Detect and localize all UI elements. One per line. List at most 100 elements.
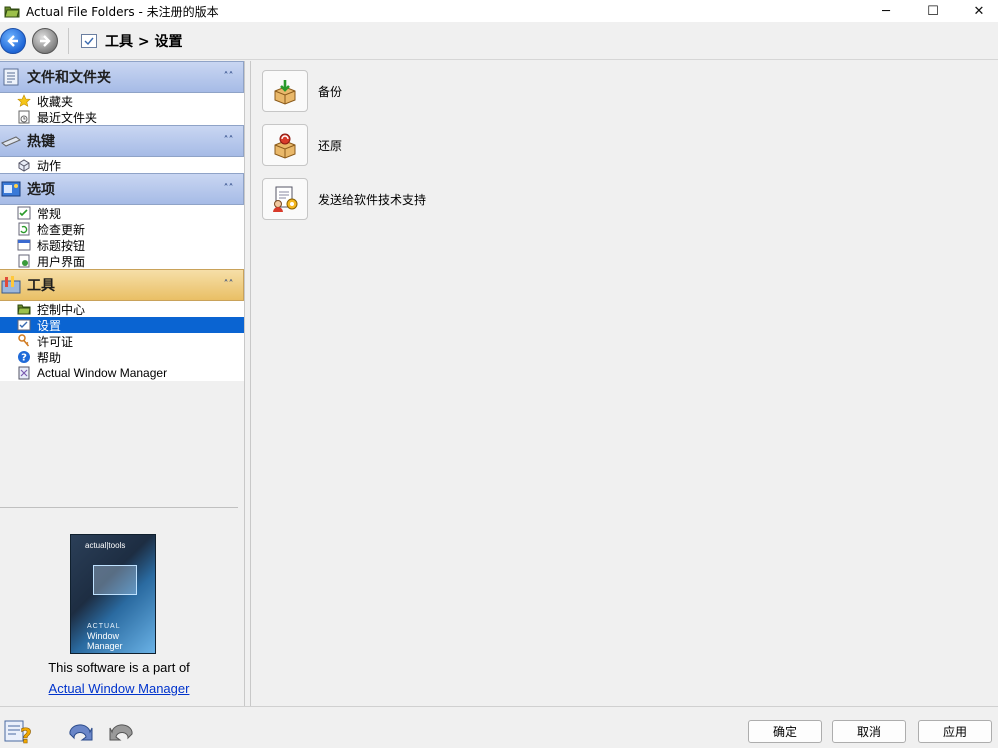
- promo-divider: [0, 507, 238, 508]
- settings-checkbox-icon: [81, 33, 97, 48]
- group-title: 热键: [27, 134, 55, 150]
- tools-icon: [0, 274, 22, 296]
- sidebar-item-label: Actual Window Manager: [37, 366, 168, 380]
- sidebar-item-recent-folders[interactable]: 最近文件夹: [0, 109, 244, 125]
- window-title: Actual File Folders - 未注册的版本: [26, 4, 219, 19]
- promo-text: This software is a part of: [48, 660, 190, 675]
- product-box-image[interactable]: actual|tools ACTUAL Window Manager: [70, 534, 156, 654]
- document-list-icon: [0, 66, 22, 88]
- promo-brand: actual|tools: [85, 541, 126, 550]
- forward-button[interactable]: [32, 27, 58, 54]
- backup-button[interactable]: [262, 70, 308, 112]
- restore-label: 还原: [318, 138, 343, 153]
- breadcrumb: 工具 > 设置: [105, 33, 183, 50]
- arrow-right-icon: [40, 34, 51, 47]
- sidebar-item-actions[interactable]: 动作: [0, 157, 244, 173]
- sidebar-item-settings[interactable]: 设置: [0, 317, 244, 333]
- sidebar-item-label: 控制中心: [37, 302, 86, 317]
- group-header-hotkeys[interactable]: 热键 ˄˄: [0, 125, 244, 157]
- back-button[interactable]: [0, 27, 26, 54]
- main-panel: 备份 还原 发送给软件技术支持: [252, 61, 998, 706]
- title-buttons-icon: [16, 238, 31, 253]
- backup-box-icon: [274, 80, 296, 105]
- send-support-label: 发送给软件技术支持: [318, 192, 427, 207]
- panel-splitter[interactable]: [245, 61, 251, 706]
- sidebar-item-help[interactable]: ? 帮助: [0, 349, 244, 365]
- restore-box-icon: [274, 133, 296, 159]
- sidebar-item-label: 最近文件夹: [37, 110, 98, 125]
- help-icon: ?: [16, 350, 31, 365]
- screen-graphic: [93, 565, 137, 595]
- apply-button[interactable]: 应用: [918, 720, 992, 743]
- sidebar-item-check-updates[interactable]: 检查更新: [0, 221, 244, 237]
- update-check-icon: [16, 222, 31, 237]
- help-document-button[interactable]: ?: [4, 719, 34, 745]
- sidebar-item-user-interface[interactable]: 用户界面: [0, 253, 244, 269]
- options-icon: [0, 178, 22, 200]
- group-title: 文件和文件夹: [27, 70, 111, 86]
- title-bar: Actual File Folders - 未注册的版本 ─ ☐ ✕: [0, 0, 998, 22]
- redo-arrow-icon: [109, 724, 133, 741]
- bottom-bar: ? 确定 取消 应用: [0, 706, 998, 748]
- cancel-button[interactable]: 取消: [832, 720, 906, 743]
- send-support-button[interactable]: [262, 178, 308, 220]
- sidebar-item-favorites[interactable]: 收藏夹: [0, 93, 244, 109]
- general-settings-icon: [16, 206, 31, 221]
- group-header-tools[interactable]: 工具 ˄˄: [0, 269, 244, 301]
- group-items-tools: 控制中心 设置 许可证 ? 帮助 Actual Window Manager: [0, 301, 244, 381]
- group-title: 选项: [27, 182, 55, 198]
- help-document-icon: ?: [4, 720, 32, 745]
- group-header-options[interactable]: 选项 ˄˄: [0, 173, 244, 205]
- sidebar-item-label: 许可证: [37, 334, 74, 349]
- sidebar-item-label: 动作: [37, 158, 62, 173]
- cube-icon: [16, 158, 31, 173]
- collapse-chevron-icon[interactable]: ˄˄: [222, 279, 235, 292]
- redo-button[interactable]: [106, 719, 136, 745]
- close-button[interactable]: ✕: [956, 0, 998, 22]
- tool-row-send-support[interactable]: 发送给软件技术支持: [262, 178, 426, 220]
- collapse-chevron-icon[interactable]: ˄˄: [222, 71, 235, 84]
- settings-checkbox-icon: [16, 318, 31, 333]
- sidebar-item-license[interactable]: 许可证: [0, 333, 244, 349]
- sidebar-item-title-buttons[interactable]: 标题按钮: [0, 237, 244, 253]
- undo-button[interactable]: [66, 719, 96, 745]
- send-support-icon: [273, 186, 298, 212]
- star-icon: [16, 94, 31, 109]
- sidebar-item-label: 用户界面: [37, 254, 86, 269]
- tool-row-backup[interactable]: 备份: [262, 70, 342, 112]
- promo-link[interactable]: Actual Window Manager: [0, 681, 238, 696]
- maximize-button[interactable]: ☐: [910, 0, 956, 22]
- collapse-chevron-icon[interactable]: ˄˄: [222, 183, 235, 196]
- app-folder-icon: [4, 3, 20, 19]
- toolbar-separator: [68, 27, 69, 54]
- group-header-files-folders[interactable]: 文件和文件夹 ˄˄: [0, 61, 244, 93]
- arrow-left-icon: [7, 34, 18, 47]
- restore-button[interactable]: [262, 124, 308, 166]
- group-items-hotkeys: 动作: [0, 157, 244, 173]
- navigation-toolbar: 工具 > 设置: [0, 22, 998, 60]
- sidebar-item-label: 收藏夹: [37, 94, 74, 109]
- backup-label: 备份: [318, 84, 343, 99]
- sidebar-item-label: 检查更新: [37, 222, 86, 237]
- ok-button[interactable]: 确定: [748, 720, 822, 743]
- group-items-files-folders: 收藏夹 最近文件夹: [0, 93, 244, 125]
- sidebar-item-label: 帮助: [37, 350, 62, 365]
- sidebar-item-general[interactable]: 常规: [0, 205, 244, 221]
- sidebar-item-label: 设置: [37, 318, 62, 333]
- collapse-chevron-icon[interactable]: ˄˄: [222, 135, 235, 148]
- sidebar-item-label: 标题按钮: [37, 238, 86, 253]
- svg-text:?: ?: [20, 724, 32, 745]
- sidebar-item-actual-window-manager[interactable]: Actual Window Manager: [0, 365, 244, 381]
- group-title: 工具: [27, 278, 55, 294]
- group-items-options: 常规 检查更新 标题按钮 用户界面: [0, 205, 244, 269]
- sidebar-item-label: 常规: [37, 206, 62, 221]
- minimize-button[interactable]: ─: [863, 0, 909, 22]
- sidebar-item-control-center[interactable]: 控制中心: [0, 301, 244, 317]
- promo-product-line2: Window Manager: [87, 631, 123, 651]
- promo-product-line1: ACTUAL: [87, 623, 121, 630]
- undo-arrow-icon: [69, 724, 93, 741]
- tool-row-restore[interactable]: 还原: [262, 124, 342, 166]
- window-manager-icon: [16, 366, 31, 381]
- user-interface-icon: [16, 254, 31, 269]
- key-icon: [16, 334, 31, 349]
